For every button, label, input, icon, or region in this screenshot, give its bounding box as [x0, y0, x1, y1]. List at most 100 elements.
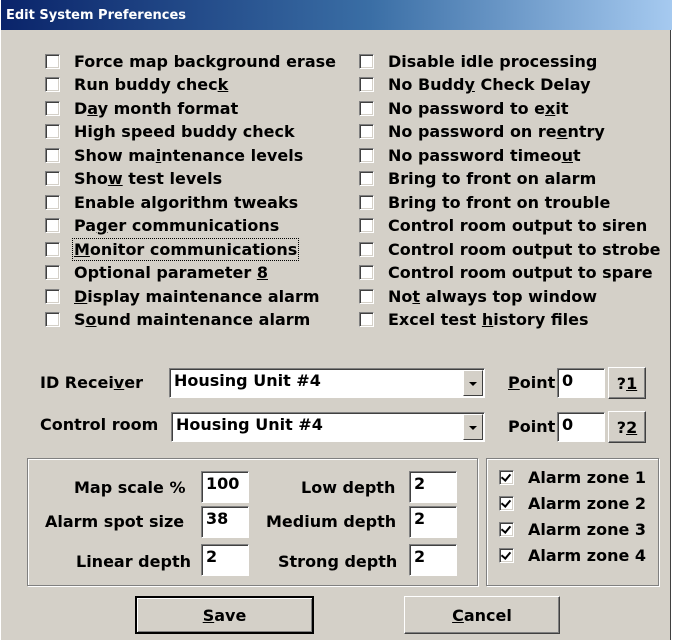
- unchecked-box-icon[interactable]: [359, 312, 374, 327]
- right-option-checkbox-label: Control room output to strobe: [388, 239, 661, 259]
- right-option-checkbox-4[interactable]: No password on reentry: [359, 122, 605, 142]
- unchecked-box-icon[interactable]: [359, 77, 374, 92]
- control-room-point-input[interactable]: 0: [557, 412, 605, 442]
- left-option-checkbox-5[interactable]: Show maintenance levels: [45, 145, 303, 165]
- left-option-checkbox-10[interactable]: Optional parameter 8: [45, 263, 268, 283]
- right-option-checkbox-2[interactable]: No Buddy Check Delay: [359, 75, 591, 95]
- unchecked-box-icon[interactable]: [359, 218, 374, 233]
- right-option-checkbox-6[interactable]: Bring to front on alarm: [359, 169, 596, 189]
- map-scale-input[interactable]: 100: [201, 471, 249, 503]
- checked-box-icon[interactable]: [499, 495, 514, 511]
- unchecked-box-icon[interactable]: [359, 171, 374, 186]
- left-option-checkbox-label: Show maintenance levels: [74, 145, 304, 165]
- unchecked-box-icon[interactable]: [45, 241, 60, 257]
- id-receiver-select[interactable]: Housing Unit #4: [169, 368, 485, 398]
- left-option-checkbox-3[interactable]: Day month format: [45, 98, 238, 118]
- unchecked-box-icon[interactable]: [45, 53, 60, 69]
- left-option-checkbox-label: Display maintenance alarm: [74, 286, 320, 306]
- alarm-zone-checkbox-label: Alarm zone 3: [528, 519, 647, 539]
- unchecked-box-icon[interactable]: [45, 147, 60, 163]
- unchecked-box-icon[interactable]: [45, 218, 60, 233]
- linear-depth-label: Linear depth: [76, 552, 191, 571]
- unchecked-box-icon[interactable]: [359, 124, 374, 139]
- strong-depth-input[interactable]: 2: [409, 544, 457, 576]
- right-option-checkbox-9[interactable]: Control room output to strobe: [359, 239, 661, 259]
- unchecked-box-icon[interactable]: [45, 265, 60, 280]
- linear-depth-input[interactable]: 2: [201, 544, 249, 576]
- left-option-checkbox-8[interactable]: Pager communications: [45, 216, 279, 236]
- checked-box-icon[interactable]: [499, 521, 514, 537]
- save-button[interactable]: Save: [135, 596, 314, 634]
- id-receiver-value: Housing Unit #4: [174, 371, 321, 390]
- alarm-spot-size-input[interactable]: 38: [201, 506, 249, 538]
- left-option-checkbox-label: Day month format: [74, 98, 239, 118]
- unchecked-box-icon[interactable]: [45, 77, 60, 92]
- control-room-value: Housing Unit #4: [176, 415, 323, 434]
- preferences-dialog: Edit System Preferences Force map backgr…: [0, 0, 672, 640]
- unchecked-box-icon[interactable]: [359, 265, 374, 280]
- unchecked-box-icon[interactable]: [359, 194, 374, 210]
- right-option-checkbox-8[interactable]: Control room output to siren: [359, 216, 647, 236]
- alarm-zone-checkbox-4[interactable]: Alarm zone 4: [499, 545, 646, 565]
- left-option-checkbox-label: Optional parameter 8: [74, 263, 268, 282]
- unchecked-box-icon[interactable]: [45, 312, 60, 327]
- alarm-zone-checkbox-1[interactable]: Alarm zone 1: [499, 467, 646, 487]
- unchecked-box-icon[interactable]: [45, 288, 60, 304]
- right-option-checkbox-12[interactable]: Excel test history files: [359, 310, 589, 330]
- left-option-checkbox-1[interactable]: Force map background erase: [45, 51, 336, 71]
- unchecked-box-icon[interactable]: [45, 171, 60, 186]
- id-receiver-dropdown-icon[interactable]: [463, 370, 483, 396]
- right-option-checkbox-5[interactable]: No password timeout: [359, 145, 581, 165]
- left-option-checkbox-label: Enable algorithm tweaks: [74, 192, 299, 212]
- unchecked-box-icon[interactable]: [359, 53, 374, 69]
- medium-depth-input[interactable]: 2: [409, 506, 457, 538]
- left-option-checkbox-2[interactable]: Run buddy check: [45, 75, 228, 95]
- cancel-button[interactable]: Cancel: [404, 596, 560, 634]
- unchecked-box-icon[interactable]: [359, 147, 374, 163]
- right-option-checkbox-3[interactable]: No password to exit: [359, 98, 568, 118]
- alarm-zone-checkbox-label: Alarm zone 2: [528, 493, 647, 513]
- left-option-checkbox-label: Force map background erase: [74, 51, 336, 71]
- id-receiver-help-button[interactable]: ? 1: [608, 367, 646, 399]
- left-option-checkbox-12[interactable]: Sound maintenance alarm: [45, 310, 310, 330]
- title-bar[interactable]: Edit System Preferences: [1, 0, 672, 30]
- id-receiver-point-input[interactable]: 0: [557, 368, 605, 398]
- right-option-checkbox-11[interactable]: Not always top window: [359, 286, 597, 306]
- left-option-checkbox-6[interactable]: Show test levels: [45, 169, 222, 189]
- low-depth-input[interactable]: 2: [409, 471, 457, 503]
- right-option-checkbox-label: Bring to front on trouble: [388, 192, 611, 212]
- left-option-checkbox-11[interactable]: Display maintenance alarm: [45, 286, 320, 306]
- left-option-checkbox-4[interactable]: High speed buddy check: [45, 122, 295, 142]
- checked-box-icon[interactable]: [499, 547, 514, 563]
- control-room-select[interactable]: Housing Unit #4: [171, 412, 485, 442]
- unchecked-box-icon[interactable]: [45, 194, 60, 210]
- right-option-checkbox-label: No password timeout: [388, 145, 581, 165]
- left-option-checkbox-label: Sound maintenance alarm: [74, 310, 311, 329]
- right-option-checkbox-label: Bring to front on alarm: [388, 169, 597, 188]
- left-option-checkbox-7[interactable]: Enable algorithm tweaks: [45, 192, 298, 212]
- control-room-label: Control room: [40, 415, 159, 434]
- unchecked-box-icon[interactable]: [359, 100, 374, 116]
- unchecked-box-icon[interactable]: [45, 124, 60, 139]
- alarm-zone-checkbox-3[interactable]: Alarm zone 3: [499, 519, 646, 539]
- id-receiver-point-label: Point: [508, 373, 556, 392]
- alarm-zone-checkbox-label: Alarm zone 4: [528, 545, 647, 565]
- strong-depth-label: Strong depth: [278, 552, 398, 571]
- unchecked-box-icon[interactable]: [45, 100, 60, 116]
- right-option-checkbox-label: Not always top window: [388, 286, 598, 306]
- control-room-help-button[interactable]: ? 2: [608, 411, 646, 443]
- medium-depth-label: Medium depth: [266, 512, 397, 531]
- alarm-spot-size-label: Alarm spot size: [45, 512, 185, 531]
- right-option-checkbox-label: Disable idle processing: [388, 51, 598, 71]
- right-option-checkbox-1[interactable]: Disable idle processing: [359, 51, 597, 71]
- left-option-checkbox-label: Run buddy check: [74, 75, 229, 94]
- alarm-zone-checkbox-2[interactable]: Alarm zone 2: [499, 493, 646, 513]
- control-room-dropdown-icon[interactable]: [463, 414, 483, 440]
- unchecked-box-icon[interactable]: [359, 288, 374, 304]
- right-option-checkbox-10[interactable]: Control room output to spare: [359, 263, 653, 283]
- checked-box-icon[interactable]: [499, 469, 514, 485]
- left-option-checkbox-label: Monitor communications: [71, 237, 300, 261]
- right-option-checkbox-7[interactable]: Bring to front on trouble: [359, 192, 610, 212]
- unchecked-box-icon[interactable]: [359, 241, 374, 257]
- left-option-checkbox-9[interactable]: Monitor communications: [45, 237, 300, 261]
